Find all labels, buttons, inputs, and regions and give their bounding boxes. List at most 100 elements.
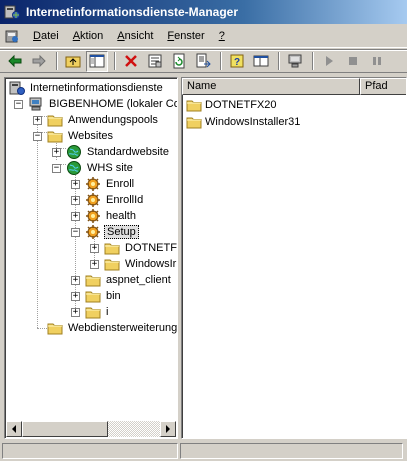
help-icon: ? [230, 54, 244, 68]
computer-icon [29, 97, 42, 111]
expand-toggle[interactable]: + [90, 260, 99, 269]
tree-label: WindowsIr [125, 258, 177, 270]
tree-item-aspnet-client[interactable]: aspnet_client [85, 272, 173, 288]
expand-toggle[interactable]: + [71, 292, 80, 301]
folder-icon [104, 256, 120, 272]
menu-ansicht[interactable]: Ansicht [110, 28, 160, 44]
collapse-toggle[interactable]: − [14, 100, 23, 109]
tree-line [37, 116, 38, 328]
refresh-button[interactable] [168, 51, 190, 72]
console-tree-pane[interactable]: Internetinformationsdienste − BIGBENHOME… [4, 77, 178, 439]
virtual-directory-icon [85, 208, 101, 224]
tree-item-i[interactable]: i [85, 304, 110, 320]
menu-fenster[interactable]: Fenster [160, 28, 211, 44]
folder-icon [186, 97, 202, 113]
folder-icon [85, 304, 101, 320]
pause-icon [373, 57, 381, 65]
mmc-console-icon[interactable] [4, 28, 20, 44]
menu-datei[interactable]: Datei [26, 28, 66, 44]
tree-item-server[interactable]: BIGBENHOME (lokaler Com [28, 96, 178, 112]
expand-toggle[interactable]: + [90, 244, 99, 253]
tree-label: EnrollId [106, 194, 144, 206]
folder-icon [186, 114, 202, 130]
tree-label: health [106, 210, 136, 222]
expand-toggle[interactable]: + [33, 116, 42, 125]
expand-toggle[interactable]: + [52, 148, 61, 157]
column-header-name[interactable]: Name [182, 78, 360, 95]
list-item[interactable]: DOTNETFX20 [186, 97, 277, 113]
stop-button[interactable] [342, 51, 364, 72]
export-list-button[interactable] [192, 51, 214, 72]
column-header-path[interactable]: Pfad [360, 78, 406, 95]
iis-server-icon [9, 81, 25, 95]
tree-item-websites[interactable]: Websites [47, 128, 115, 144]
expand-toggle[interactable]: + [71, 180, 80, 189]
list-item-label: WindowsInstaller31 [205, 116, 301, 128]
collapse-toggle[interactable]: − [52, 164, 61, 173]
menu-help[interactable]: ? [212, 28, 232, 44]
triangle-left-icon [12, 425, 16, 433]
show-hide-tree-button[interactable] [86, 50, 108, 72]
collapse-toggle[interactable]: − [33, 132, 42, 141]
scroll-track[interactable] [22, 421, 160, 437]
globe-icon [66, 144, 82, 160]
folder-icon [85, 272, 101, 288]
horizontal-scrollbar[interactable] [6, 421, 176, 437]
expand-toggle[interactable]: + [71, 276, 80, 285]
play-icon [326, 56, 333, 66]
tree-item-app-pools[interactable]: Anwendungspools [47, 112, 160, 128]
expand-toggle[interactable]: + [71, 212, 80, 221]
tree-item-standardwebsite[interactable]: Standardwebsite [66, 144, 171, 160]
tree-item-enroll[interactable]: Enroll [85, 176, 136, 192]
stop-icon [349, 57, 357, 65]
tree-item-health[interactable]: health [85, 208, 138, 224]
virtual-directory-icon [85, 192, 101, 208]
tree-item-windowsinstaller[interactable]: WindowsIr [104, 256, 177, 272]
start-button[interactable] [318, 51, 340, 72]
arrow-right-icon [32, 54, 46, 68]
tree-label: i [106, 306, 109, 318]
properties-button[interactable] [144, 51, 166, 72]
expand-toggle[interactable]: + [71, 308, 80, 317]
up-level-button[interactable] [62, 51, 84, 72]
title-bar[interactable]: Internetinformationsdienste-Manager [0, 0, 407, 24]
list-header: Name Pfad [182, 78, 406, 95]
tree-label: Standardwebsite [87, 146, 169, 158]
folder-icon [47, 320, 63, 336]
tree-item-enrollid[interactable]: EnrollId [85, 192, 145, 208]
back-button[interactable] [4, 51, 26, 72]
menu-aktion[interactable]: Aktion [66, 28, 111, 44]
tree-item-bin[interactable]: bin [85, 288, 123, 304]
scroll-left-button[interactable] [6, 421, 22, 437]
tree-line [37, 328, 47, 329]
arrow-left-icon [8, 54, 22, 68]
help-button[interactable]: ? [226, 51, 248, 72]
pause-button[interactable] [366, 51, 388, 72]
virtual-directory-icon [85, 224, 101, 240]
tree-label: Enroll [106, 178, 135, 190]
tree-item-web-extensions[interactable]: Webdiensterweiterung [47, 320, 177, 336]
toolbar-separator [220, 52, 222, 70]
show-description-button[interactable] [250, 51, 272, 72]
scroll-right-button[interactable] [160, 421, 176, 437]
collapse-toggle[interactable]: − [71, 228, 80, 237]
folder-icon [104, 240, 120, 256]
forward-button[interactable] [28, 51, 50, 72]
tree-label: Anwendungspools [68, 114, 158, 126]
details-list-pane[interactable]: Name Pfad DOTNETFX20 WindowsInstaller31 [181, 77, 407, 439]
tree-item-iis-root[interactable]: Internetinformationsdienste [9, 80, 165, 96]
status-bar [0, 441, 407, 461]
expand-toggle[interactable]: + [71, 196, 80, 205]
scroll-thumb[interactable] [22, 421, 108, 437]
toolbar-separator [312, 52, 314, 70]
tree-item-dotnetfx[interactable]: DOTNETFX [104, 240, 177, 256]
triangle-right-icon [166, 425, 170, 433]
delete-button[interactable] [120, 51, 142, 72]
tree-label: BIGBENHOME (lokaler Com [49, 98, 178, 110]
refresh-icon [173, 53, 185, 69]
tree-item-setup[interactable]: Setup [85, 224, 139, 240]
connect-computer-button[interactable] [284, 51, 306, 72]
tree-item-whs-site[interactable]: WHS site [66, 160, 135, 176]
menu-bar: Datei Aktion Ansicht Fenster ? [0, 24, 407, 48]
list-item[interactable]: WindowsInstaller31 [186, 114, 300, 130]
